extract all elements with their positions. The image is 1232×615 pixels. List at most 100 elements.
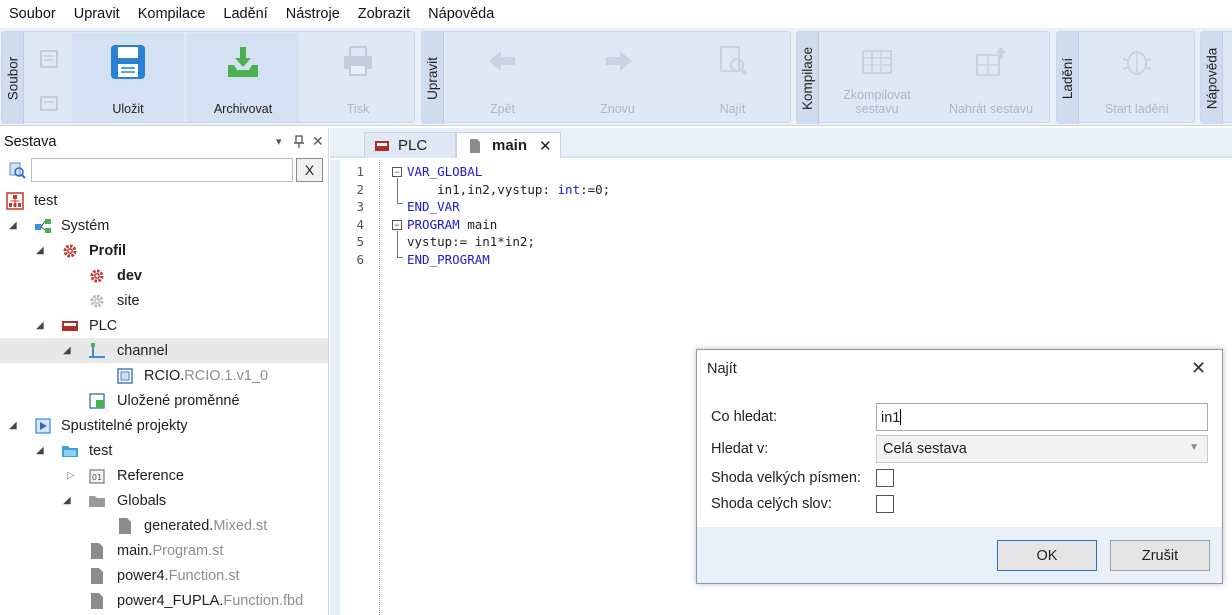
menu-nastroje[interactable]: Nástroje	[286, 6, 340, 22]
folder-icon	[89, 495, 105, 507]
menu-soubor[interactable]: Soubor	[9, 6, 56, 22]
tree-item-globals[interactable]: ◢ Globals	[0, 488, 328, 513]
tree-item-test-project[interactable]: ◢ test	[0, 438, 328, 463]
find-dialog: Najít ✕ Co hledat: in1 Hledat v: Celá se…	[696, 349, 1223, 584]
tab-main[interactable]: main ✕	[456, 132, 561, 158]
menu-kompilace[interactable]: Kompilace	[138, 6, 206, 22]
tree-label: test	[34, 192, 58, 209]
expanded-triangle-icon[interactable]: ◢	[9, 420, 17, 431]
expanded-triangle-icon[interactable]: ◢	[63, 495, 71, 506]
tab-plc[interactable]: PLC	[364, 132, 456, 158]
fold-toggle-icon[interactable]: −	[392, 220, 402, 230]
new-file-icon[interactable]	[38, 48, 60, 70]
expanded-triangle-icon[interactable]: ◢	[36, 320, 44, 331]
find-what-label: Co hledat:	[711, 409, 778, 425]
undo-label: Zpět	[489, 102, 515, 116]
tree-label: Globals	[117, 492, 167, 509]
panel-menu-dropdown-icon[interactable]: ▾	[276, 135, 282, 148]
arrow-right-icon	[605, 51, 632, 71]
find-label: Najít	[719, 102, 746, 116]
printer-icon	[344, 46, 372, 76]
open-file-icon[interactable]	[38, 92, 60, 114]
match-case-checkbox[interactable]	[876, 469, 894, 487]
reference-icon: 01	[89, 468, 105, 484]
tree-item-reference[interactable]: ▷ 01 Reference	[0, 463, 328, 488]
tree-item-power4-function[interactable]: power4.Function.st	[0, 563, 328, 588]
tree-item-dev[interactable]: dev	[0, 263, 328, 288]
archive-button[interactable]: Archivovat	[187, 33, 299, 122]
collapsed-triangle-icon[interactable]: ▷	[67, 470, 75, 481]
group-title-napoveda: Nápověda	[1201, 32, 1223, 124]
line-number: 1	[356, 164, 364, 179]
find-button[interactable]: Najít	[676, 33, 789, 122]
find-icon	[719, 46, 747, 76]
line-number-gutter: 1 2 3 4 5 6	[340, 160, 380, 615]
find-what-input[interactable]: in1	[876, 403, 1208, 431]
tree-label: Profil	[89, 242, 127, 259]
compile-grid-icon	[862, 50, 892, 74]
print-button[interactable]: Tisk	[302, 33, 414, 122]
archive-download-icon	[228, 47, 258, 77]
tree-label: channel	[117, 342, 168, 359]
search-in-select[interactable]: Celá sestava ▼	[876, 435, 1208, 463]
fold-guide	[397, 257, 403, 258]
dialog-title: Najít	[707, 361, 737, 377]
tree-item-system[interactable]: ◢ Systém	[0, 213, 328, 238]
save-icon	[111, 45, 145, 79]
tree-label: main.Program.st	[117, 542, 224, 559]
ribbon-group-napoveda: Nápověda	[1200, 31, 1232, 124]
tree-item-test-root[interactable]: test	[0, 188, 328, 213]
compile-button[interactable]: Zkompilovat sestavu	[821, 33, 933, 122]
ribbon-toolbar: Soubor Uložit Archivovat Tisk Upravit Zp…	[0, 28, 1232, 126]
search-tree-icon	[9, 162, 26, 179]
tab-close-icon[interactable]: ✕	[539, 137, 552, 155]
tree-item-executable-projects[interactable]: ◢ Spustitelné projekty	[0, 413, 328, 438]
expanded-triangle-icon[interactable]: ◢	[63, 345, 71, 356]
menu-zobrazit[interactable]: Zobrazit	[358, 6, 410, 22]
tree-item-power4-fupla[interactable]: power4_FUPLA.Function.fbd	[0, 588, 328, 613]
menu-ladeni[interactable]: Ladění	[223, 6, 267, 22]
menu-upravit[interactable]: Upravit	[74, 6, 120, 22]
tree-label: Uložené proměnné	[117, 392, 240, 409]
io-module-icon	[117, 367, 133, 384]
tree-item-main-program[interactable]: main.Program.st	[0, 538, 328, 563]
executable-project-icon	[35, 417, 51, 434]
expanded-triangle-icon[interactable]: ◢	[36, 245, 44, 256]
fold-toggle-icon[interactable]: −	[392, 167, 402, 177]
redo-label: Znovu	[600, 102, 635, 116]
file-icon	[91, 567, 103, 584]
cancel-button[interactable]: Zrušit	[1110, 540, 1210, 571]
code-line: END_PROGRAM	[407, 252, 490, 267]
redo-button[interactable]: Znovu	[561, 33, 674, 122]
whole-words-label: Shoda celých slov:	[711, 496, 832, 512]
pin-icon[interactable]	[293, 135, 305, 149]
plc-device-icon	[62, 320, 78, 331]
upload-button[interactable]: Nahrát sestavu	[935, 33, 1047, 122]
tree-item-generated-mixed[interactable]: generated.Mixed.st	[0, 513, 328, 538]
dialog-close-icon[interactable]: ✕	[1191, 358, 1206, 379]
tree-item-saved-variables[interactable]: Uložené proměnné	[0, 388, 328, 413]
expanded-triangle-icon[interactable]: ◢	[9, 220, 17, 231]
line-number: 5	[356, 234, 364, 249]
tree-item-plc[interactable]: ◢ PLC	[0, 313, 328, 338]
clear-search-button[interactable]: X	[296, 158, 323, 182]
whole-words-checkbox[interactable]	[876, 495, 894, 513]
save-button[interactable]: Uložit	[72, 33, 184, 122]
panel-close-icon[interactable]: ✕	[312, 133, 324, 150]
line-number: 3	[356, 199, 364, 214]
undo-button[interactable]: Zpět	[446, 33, 559, 122]
menu-napoveda[interactable]: Nápověda	[428, 6, 494, 22]
start-debug-label: Start ladění	[1105, 102, 1169, 116]
upload-icon	[976, 47, 1007, 76]
fold-guide	[397, 203, 403, 204]
plc-device-icon	[375, 141, 389, 151]
file-icon	[119, 517, 131, 534]
tree-item-profil[interactable]: ◢ Profil	[0, 238, 328, 263]
expanded-triangle-icon[interactable]: ◢	[36, 445, 44, 456]
tree-item-rcio[interactable]: RCIO.RCIO.1.v1_0	[0, 363, 328, 388]
tree-search-input[interactable]	[31, 158, 293, 182]
start-debug-button[interactable]: Start ladění	[1081, 33, 1193, 122]
tree-item-site[interactable]: site	[0, 288, 328, 313]
tree-item-channel[interactable]: ◢ channel	[0, 338, 328, 363]
ok-button[interactable]: OK	[997, 540, 1097, 571]
